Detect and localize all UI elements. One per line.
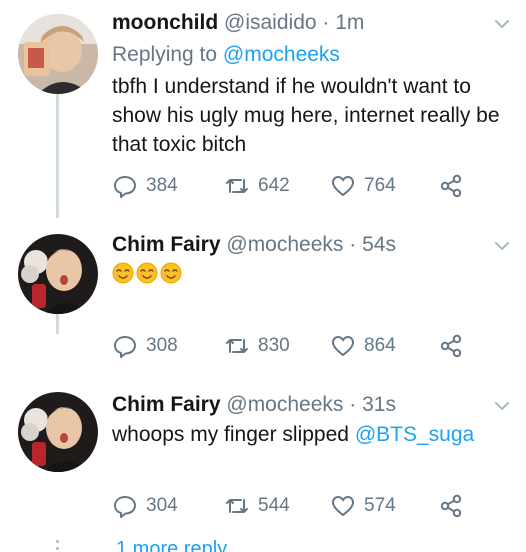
like-button[interactable]: 864 xyxy=(330,332,396,360)
reply-count: 308 xyxy=(146,335,178,356)
separator: · xyxy=(349,393,357,416)
tweet-text: tbfh I understand if he wouldn't want to… xyxy=(112,75,500,156)
retweet-icon xyxy=(226,179,248,193)
display-name[interactable]: Chim Fairy xyxy=(112,393,221,416)
share-icon xyxy=(440,174,462,198)
username[interactable]: @mocheeks xyxy=(226,233,343,256)
share-icon xyxy=(440,494,462,518)
display-name[interactable]: moonchild xyxy=(112,11,218,34)
share-button[interactable] xyxy=(438,332,472,360)
timestamp[interactable]: 54s xyxy=(362,233,396,256)
chevron-down-icon[interactable] xyxy=(492,396,512,416)
more-replies-indicator xyxy=(53,540,62,552)
more-replies-link[interactable]: 1 more reply xyxy=(116,538,227,552)
thread-connector xyxy=(56,314,59,334)
like-count: 764 xyxy=(364,175,396,196)
retweet-count: 830 xyxy=(258,335,290,356)
retweet-icon xyxy=(226,339,248,353)
tweet-actions: 308 830 864 xyxy=(112,332,492,360)
separator: · xyxy=(322,11,330,34)
username[interactable]: @isaidido xyxy=(224,11,317,34)
timestamp[interactable]: 1m xyxy=(335,11,364,34)
chevron-down-icon[interactable] xyxy=(492,236,512,256)
tweet-text-content: whoops my finger slipped xyxy=(112,423,349,446)
reply-count: 304 xyxy=(146,495,178,516)
chevron-down-icon[interactable] xyxy=(492,14,512,34)
reply-count: 384 xyxy=(146,175,178,196)
thread-connector xyxy=(56,94,59,218)
mention-link[interactable]: @BTS_suga xyxy=(355,423,474,446)
reply-mention-link[interactable]: @mocheeks xyxy=(223,43,340,66)
retweet-count: 642 xyxy=(258,175,290,196)
tweet-thread: moonchild @isaidido · 1m Replying to @mo… xyxy=(0,0,526,552)
display-name[interactable]: Chim Fairy xyxy=(112,233,221,256)
tweet[interactable]: Chim Fairy @mocheeks · 31s whoops my fin… xyxy=(0,380,526,530)
retweet-count: 544 xyxy=(258,495,290,516)
like-count: 864 xyxy=(364,335,396,356)
retweet-button[interactable]: 544 xyxy=(224,492,290,520)
like-button[interactable]: 764 xyxy=(330,172,396,200)
smiling-face-emoji xyxy=(160,262,182,284)
share-button[interactable] xyxy=(438,172,472,200)
tweet[interactable]: moonchild @isaidido · 1m Replying to @mo… xyxy=(0,0,526,218)
reply-icon xyxy=(114,496,136,518)
tweet-header: Chim Fairy @mocheeks · 31s xyxy=(112,390,486,420)
share-icon xyxy=(440,334,462,358)
like-icon xyxy=(332,496,354,516)
username[interactable]: @mocheeks xyxy=(226,393,343,416)
reply-button[interactable]: 304 xyxy=(112,492,178,520)
reply-prefix: Replying to xyxy=(112,43,218,66)
like-count: 574 xyxy=(364,495,396,516)
retweet-button[interactable]: 830 xyxy=(224,332,290,360)
like-button[interactable]: 574 xyxy=(330,492,396,520)
tweet-text xyxy=(112,262,506,284)
timestamp[interactable]: 31s xyxy=(362,393,396,416)
retweet-icon xyxy=(226,499,248,513)
reply-icon xyxy=(114,336,136,358)
smiling-face-emoji xyxy=(112,262,134,284)
like-icon xyxy=(332,336,354,356)
tweet-header: moonchild @isaidido · 1m xyxy=(112,8,486,38)
smiling-face-emoji xyxy=(136,262,158,284)
tweet-actions: 304 544 574 xyxy=(112,492,492,520)
avatar[interactable] xyxy=(18,392,98,472)
separator: · xyxy=(349,233,357,256)
reply-context: Replying to @mocheeks xyxy=(112,40,340,70)
tweet-header: Chim Fairy @mocheeks · 54s xyxy=(112,230,486,260)
reply-button[interactable]: 384 xyxy=(112,172,178,200)
tweet[interactable]: Chim Fairy @mocheeks · 54s 308 830 864 xyxy=(0,218,526,376)
like-icon xyxy=(332,176,354,196)
reply-icon xyxy=(114,176,136,198)
reply-button[interactable]: 308 xyxy=(112,332,178,360)
tweet-actions: 384 642 764 xyxy=(112,172,492,200)
retweet-button[interactable]: 642 xyxy=(224,172,290,200)
avatar[interactable] xyxy=(18,234,98,314)
tweet-text: whoops my finger slipped @BTS_suga xyxy=(112,420,506,449)
avatar[interactable] xyxy=(18,14,98,94)
share-button[interactable] xyxy=(438,492,472,520)
